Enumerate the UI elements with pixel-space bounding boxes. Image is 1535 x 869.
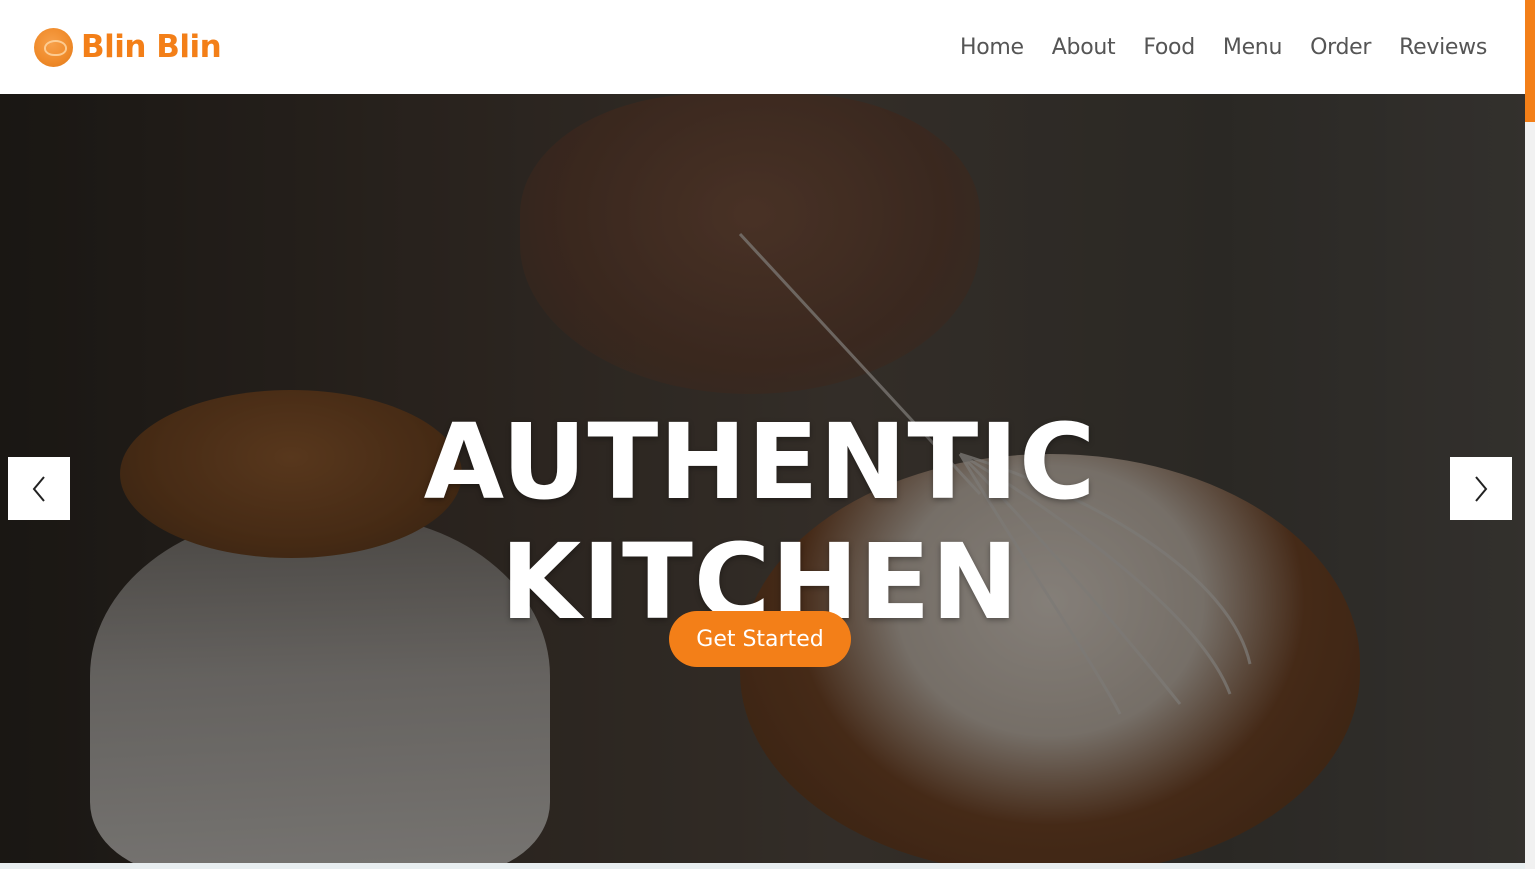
scrollbar-thumb[interactable] <box>1525 0 1535 122</box>
brand-link[interactable]: Blin Blin <box>34 27 222 67</box>
nav-item-menu[interactable]: Menu <box>1223 35 1283 60</box>
nav-item-order[interactable]: Order <box>1310 35 1371 60</box>
carousel-prev-button[interactable] <box>8 457 70 520</box>
carousel-next-button[interactable] <box>1450 457 1512 520</box>
nav-item-about[interactable]: About <box>1052 35 1116 60</box>
chevron-right-icon <box>1475 475 1488 502</box>
brand-logo-icon <box>34 27 73 67</box>
chevron-left-icon <box>32 475 45 502</box>
main-nav: Home About Food Menu Order Reviews <box>960 35 1487 60</box>
nav-item-home[interactable]: Home <box>960 35 1024 60</box>
hero-title-line-1: AUTHENTIC <box>423 400 1097 523</box>
page-scrollbar[interactable] <box>1525 0 1535 869</box>
hero-title: AUTHENTIC KITCHEN <box>0 402 1520 642</box>
get-started-button[interactable]: Get Started <box>669 611 851 667</box>
nav-item-food[interactable]: Food <box>1143 35 1195 60</box>
next-section-edge <box>0 863 1525 869</box>
navbar: Blin Blin Home About Food Menu Order Rev… <box>0 0 1525 94</box>
nav-item-reviews[interactable]: Reviews <box>1399 35 1487 60</box>
brand-name: Blin Blin <box>81 29 222 65</box>
hero-carousel: AUTHENTIC KITCHEN Get Started <box>0 94 1525 863</box>
